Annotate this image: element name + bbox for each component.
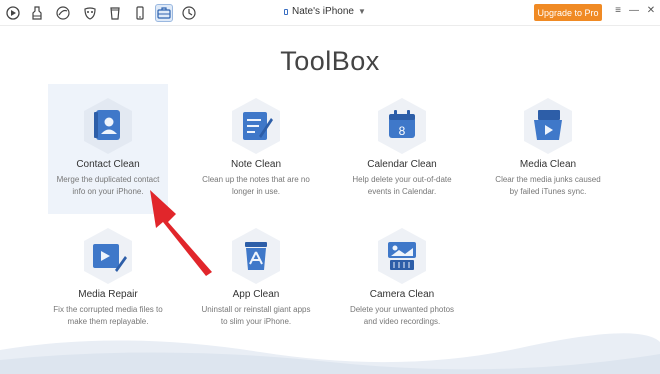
card-description: Merge the duplicated contact info on you… (56, 175, 160, 196)
history-icon[interactable] (180, 4, 198, 22)
card-title: App Clean (232, 289, 280, 300)
menu-icon[interactable]: ≡ (612, 5, 624, 16)
app-icon (229, 226, 283, 286)
media-clean-card[interactable]: Media Clean Clear the media junks caused… (488, 84, 608, 214)
note-icon (229, 96, 283, 156)
card-title: Media Repair (78, 289, 138, 300)
mask-icon[interactable] (81, 4, 99, 22)
card-description: Help delete your out-of-date events in C… (352, 175, 452, 196)
calendar-icon: 8 (375, 96, 429, 156)
page-title: ToolBox (280, 46, 380, 76)
note-clean-card[interactable]: Note Clean Clean up the notes that are n… (196, 84, 316, 214)
calendar-day: 8 (399, 124, 406, 138)
top-toolbar: Nate's iPhone ▼ Upgrade to Pro ≡ — ✕ (0, 0, 660, 26)
card-description: Fix the corrupted media files to make th… (53, 305, 163, 326)
toolbox-icon[interactable] (155, 4, 173, 22)
iphone-icon (284, 8, 288, 15)
card-title: Note Clean (230, 159, 282, 170)
card-description: Clear the media junks caused by failed i… (495, 175, 601, 196)
card-title: Camera Clean (369, 289, 435, 300)
media-repair-card[interactable]: Media Repair Fix the corrupted media fil… (48, 214, 168, 344)
card-description: Clean up the notes that are no longer in… (202, 175, 310, 196)
card-title: Media Clean (519, 159, 577, 170)
phone-icon[interactable] (131, 4, 149, 22)
upgrade-button[interactable]: Upgrade to Pro (534, 4, 602, 21)
camera-icon (375, 226, 429, 286)
close-icon[interactable]: ✕ (645, 5, 657, 16)
media-repair-icon (81, 226, 135, 286)
card-title: Contact Clean (76, 159, 140, 170)
app-clean-card[interactable]: App Clean Uninstall or reinstall giant a… (196, 214, 316, 344)
quick-start-icon[interactable] (4, 4, 22, 22)
device-selector[interactable]: Nate's iPhone ▼ (284, 6, 366, 17)
cup-icon[interactable] (106, 4, 124, 22)
contact-icon (81, 96, 135, 156)
device-name: Nate's iPhone (292, 6, 354, 17)
bottom-wave-decoration (0, 333, 660, 374)
minimize-icon[interactable]: — (628, 5, 640, 16)
card-description: Delete your unwanted photos and video re… (349, 305, 455, 326)
backup-icon[interactable] (28, 4, 46, 22)
music-icon[interactable] (54, 4, 72, 22)
calendar-clean-card[interactable]: 8 Calendar Clean Help delete your out-of… (342, 84, 462, 214)
card-description: Uninstall or reinstall giant apps to sli… (201, 305, 311, 326)
media-icon (521, 96, 575, 156)
card-title: Calendar Clean (367, 159, 437, 170)
chevron-down-icon: ▼ (357, 7, 366, 16)
contact-clean-card[interactable]: Contact Clean Merge the duplicated conta… (48, 84, 168, 214)
camera-clean-card[interactable]: Camera Clean Delete your unwanted photos… (342, 214, 462, 344)
